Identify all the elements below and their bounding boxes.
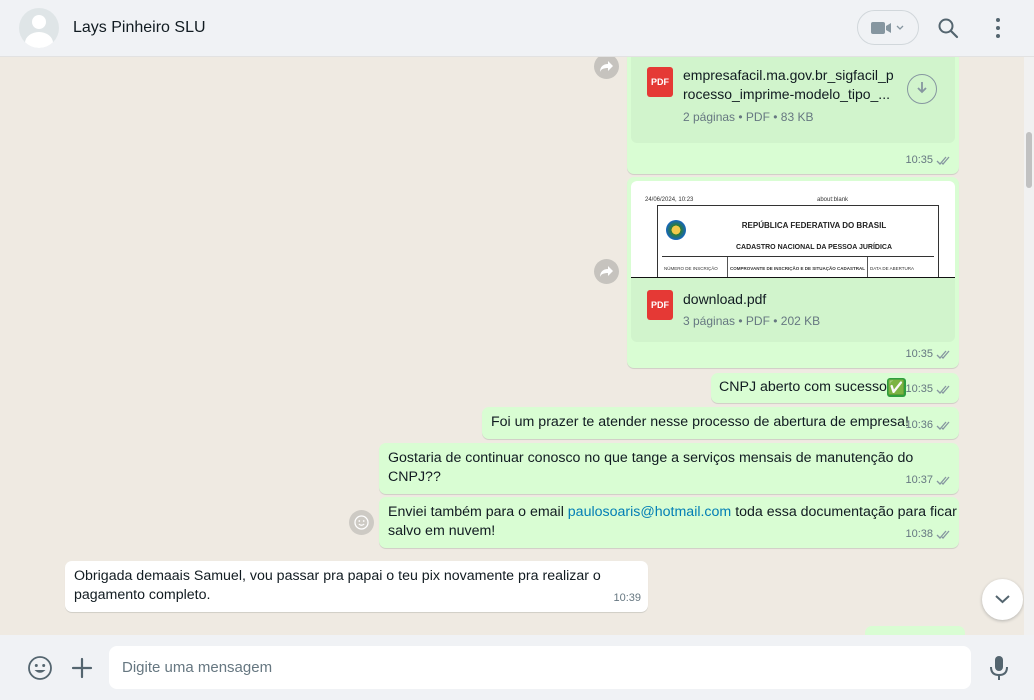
chat-area[interactable]: PDF empresafacil.ma.gov.br_sigfacil_p ro… [0, 57, 1034, 635]
scrollbar[interactable] [1024, 57, 1034, 635]
preview-title2: CADASTRO NACIONAL DA PESSOA JURÍDICA [735, 244, 893, 251]
message-incoming-bubble[interactable]: Obrigada demaais Samuel, vou passar pra … [65, 561, 648, 612]
download-button[interactable] [907, 74, 937, 104]
contact-name[interactable]: Lays Pinheiro SLU [73, 19, 206, 37]
message-time: 10:38 [905, 528, 933, 540]
message-time: 10:36 [905, 419, 933, 431]
preview-cell: DATA DE ABERTURA 24/06/2024 [870, 266, 914, 271]
message-time: 10:39 [613, 592, 641, 604]
preview-title1: REPÚBLICA FEDERATIVA DO BRASIL [741, 221, 887, 230]
pdf-file-icon: PDF [647, 67, 673, 97]
read-ticks-icon [936, 476, 950, 485]
document-name-line2: rocesso_imprime-modelo_tipo_... [683, 86, 890, 102]
message-text-line1: Obrigada demaais Samuel, vou passar pra … [74, 568, 601, 584]
message-text-bubble[interactable]: Foi um prazer te atender nesse processo … [482, 407, 959, 439]
message-text: Enviei também para o email [388, 504, 568, 520]
preview-row: NÚMERO DE INSCRIÇÃO 55.844.422/0001-88 M… [662, 256, 934, 277]
message-text: Foi um prazer te atender nesse processo … [491, 414, 909, 430]
forward-button[interactable] [594, 259, 619, 284]
message-text-bubble[interactable]: CNPJ aberto com sucesso✅ 10:35 [711, 373, 959, 403]
document-name: download.pdf [683, 291, 767, 307]
document-info: 2 páginas • PDF • 83 KB [683, 110, 814, 124]
emoji-icon [28, 656, 52, 680]
email-link[interactable]: paulosoaris@hotmail.com [568, 504, 731, 520]
message-meta: 10:35 [905, 345, 952, 364]
forward-button[interactable] [594, 57, 619, 79]
plus-icon [71, 657, 93, 679]
pdf-file-icon: PDF [647, 290, 673, 320]
read-ticks-icon [936, 530, 950, 539]
chat-header: Lays Pinheiro SLU [0, 0, 1034, 57]
chevron-down-icon [995, 595, 1010, 604]
menu-button[interactable] [990, 16, 1006, 40]
document-preview[interactable]: 24/06/2024, 10:23 about:blank REPÚBLICA … [631, 181, 955, 277]
read-ticks-icon [936, 421, 950, 430]
message-bubble-partial [865, 626, 965, 635]
message-meta: 10:37 [905, 471, 952, 490]
preview-cell: COMPROVANTE DE INSCRIÇÃO E DE SITUAÇÃO C… [728, 257, 868, 277]
message-time: 10:35 [905, 383, 933, 395]
message-meta: 10:35 [905, 151, 952, 170]
message-text-bubble[interactable]: Gostaria de continuar conosco no que tan… [379, 443, 959, 494]
message-text: toda essa documentação para ficar [731, 504, 957, 520]
brasil-seal-icon [666, 220, 686, 240]
read-ticks-icon [936, 385, 950, 394]
search-button[interactable] [936, 16, 960, 40]
message-document-bubble[interactable]: 24/06/2024, 10:23 about:blank REPÚBLICA … [627, 177, 959, 368]
message-text: CNPJ aberto com sucesso [719, 379, 887, 395]
document-card[interactable]: PDF empresafacil.ma.gov.br_sigfacil_p ro… [631, 57, 955, 143]
avatar-icon[interactable] [19, 8, 59, 48]
preview-cell: NÚMERO DE INSCRIÇÃO 55.844.422/0001-88 M… [662, 257, 728, 277]
message-document-bubble[interactable]: PDF empresafacil.ma.gov.br_sigfacil_p ro… [627, 57, 959, 174]
composer-bar [0, 635, 1034, 700]
scrollbar-thumb[interactable] [1026, 132, 1032, 188]
message-text-line2: CNPJ?? [388, 469, 441, 485]
search-icon [938, 18, 959, 39]
message-meta: 10:35 [905, 380, 952, 399]
video-call-icon [871, 22, 904, 34]
menu-icon [996, 18, 1000, 38]
message-meta: 10:38 [905, 525, 952, 544]
message-text-line1: Gostaria de continuar conosco no que tan… [388, 450, 914, 466]
read-ticks-icon [936, 350, 950, 359]
emoji-button[interactable] [27, 655, 53, 681]
document-info: 3 páginas • PDF • 202 KB [683, 314, 821, 328]
scroll-down-button[interactable] [982, 579, 1023, 620]
document-card[interactable]: PDF download.pdf 3 páginas • PDF • 202 K… [631, 278, 955, 342]
message-text-bubble[interactable]: Enviei também para o email paulosoaris@h… [379, 497, 959, 548]
forward-icon [600, 61, 613, 72]
check-emoji-icon: ✅ [886, 378, 906, 397]
message-input[interactable] [109, 646, 971, 689]
read-ticks-icon [936, 156, 950, 165]
forward-icon [600, 266, 613, 277]
preview-form: REPÚBLICA FEDERATIVA DO BRASIL CADASTRO … [657, 205, 939, 277]
voice-message-button[interactable] [988, 655, 1010, 681]
smiley-icon [354, 515, 369, 530]
message-time: 10:35 [905, 154, 933, 166]
video-call-button[interactable] [857, 10, 919, 45]
message-meta: 10:36 [905, 416, 952, 435]
attach-button[interactable] [70, 656, 94, 680]
react-button[interactable] [349, 510, 374, 535]
document-name-line1: empresafacil.ma.gov.br_sigfacil_p [683, 67, 894, 83]
message-meta: 10:39 [613, 589, 641, 608]
microphone-icon [990, 656, 1008, 680]
message-time: 10:37 [905, 474, 933, 486]
message-text-line2: salvo em nuvem! [388, 523, 496, 539]
message-text-line2: pagamento completo. [74, 587, 211, 603]
message-time: 10:35 [905, 348, 933, 360]
download-icon [917, 82, 927, 94]
